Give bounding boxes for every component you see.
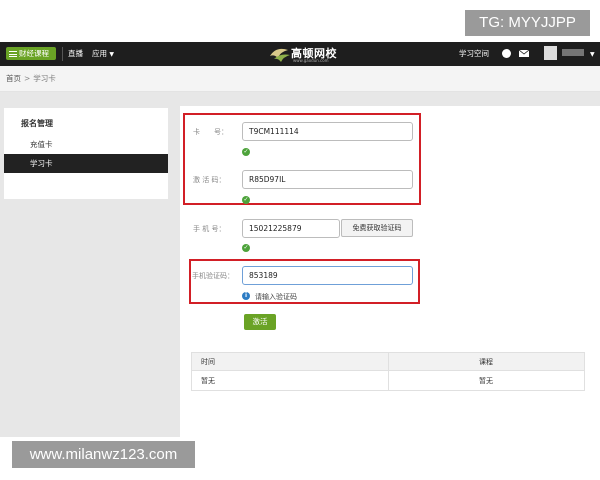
sms-code-input[interactable]: 853189 — [242, 266, 413, 285]
sidebar-item-recharge-card[interactable]: 充值卡 — [30, 139, 53, 150]
sms-code-label: 手机验证码： — [192, 272, 234, 280]
mail-icon[interactable] — [519, 50, 529, 57]
nav-live[interactable]: 直播 — [68, 42, 83, 66]
breadcrumb-current: 学习卡 — [33, 74, 56, 83]
breadcrumb-separator: > — [24, 74, 31, 83]
menu-icon — [9, 50, 17, 59]
watermark-bottom: www.milanwz123.com — [12, 441, 195, 468]
sidebar-item-study-card[interactable]: 学习卡 — [30, 158, 53, 169]
table-cell-time: 暂无 — [201, 377, 215, 385]
activation-code-label: 激 活 码： — [193, 176, 226, 184]
logo-url: www.gaodun.com — [293, 58, 329, 63]
course-menu-button[interactable]: 财经课程 — [6, 47, 56, 60]
phone-input[interactable]: 15021225879 — [242, 219, 340, 238]
breadcrumb-home[interactable]: 首页 — [6, 74, 21, 83]
chevron-down-icon: ▼ — [109, 51, 115, 58]
check-icon: ✓ — [242, 148, 250, 156]
course-menu-label: 财经课程 — [19, 49, 49, 58]
table-cell-course: 暂无 — [479, 377, 493, 385]
breadcrumb: 首页 > 学习卡 — [6, 66, 56, 91]
card-no-input[interactable]: T9CM111114 — [242, 122, 413, 141]
user-name-blurred[interactable] — [562, 49, 584, 56]
nav-divider — [62, 47, 63, 61]
watermark-top: TG: MYYJJPP — [465, 10, 590, 36]
user-avatar[interactable] — [544, 46, 557, 60]
phone-label: 手 机 号： — [193, 225, 226, 233]
check-icon: ✓ — [242, 196, 250, 204]
check-icon: ✓ — [242, 244, 250, 252]
nav-apps-label: 应用 — [92, 49, 107, 58]
sms-code-hint: 请输入验证码 — [255, 293, 297, 301]
card-no-label: 卡 号： — [193, 128, 228, 136]
study-space-link[interactable]: 学习空间 — [459, 42, 489, 66]
table-column-divider — [388, 352, 389, 391]
get-sms-code-button[interactable]: 免费获取验证码 — [341, 219, 413, 237]
nav-apps[interactable]: 应用 ▼ — [92, 42, 114, 66]
info-icon: i — [242, 292, 250, 300]
activate-button[interactable]: 激活 — [244, 314, 276, 330]
sidebar-title: 报名管理 — [21, 119, 53, 128]
table-header-time: 时间 — [201, 358, 215, 366]
user-chevron-down-icon[interactable]: ▼ — [590, 51, 595, 58]
breadcrumb-bar — [0, 66, 600, 92]
activation-code-input[interactable]: R85D97IL — [242, 170, 413, 189]
sidebar-item-study-card-active[interactable] — [4, 154, 168, 173]
clock-icon[interactable] — [502, 49, 511, 58]
table-header-course: 课程 — [479, 358, 493, 366]
